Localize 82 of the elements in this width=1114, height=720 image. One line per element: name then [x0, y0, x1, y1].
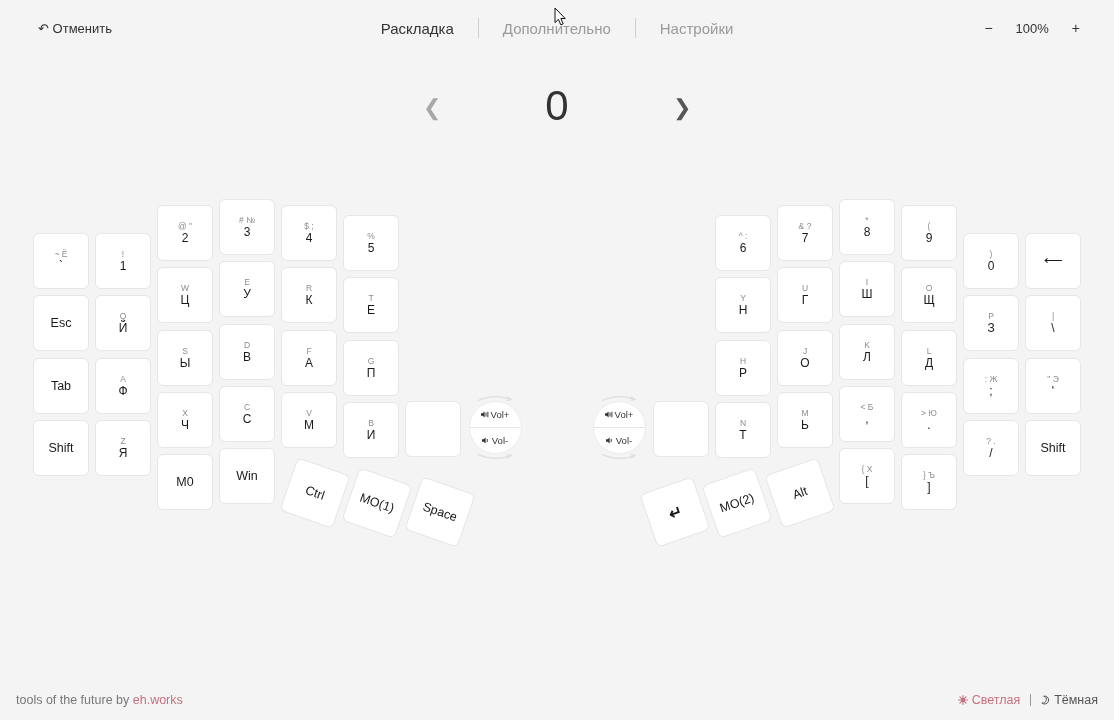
keyboard-key[interactable]: ! 1 — [95, 233, 151, 289]
keyboard-key[interactable]: | \ — [1025, 295, 1081, 352]
moon-icon — [1041, 695, 1051, 705]
keyboard-key[interactable]: Esc — [33, 295, 89, 352]
keyboard-key[interactable]: Q Й — [95, 295, 151, 352]
layer-number: 0 — [544, 82, 570, 130]
keyboard-key[interactable]: Z Я — [95, 419, 151, 476]
keyboard-key[interactable]: < Б , — [839, 385, 895, 442]
keyboard-key[interactable]: # № 3 — [219, 199, 275, 255]
keyboard-key[interactable]: D В — [219, 323, 275, 380]
keyboard-key[interactable]: ⟵ — [1025, 233, 1081, 289]
keyboard-key[interactable]: F А — [281, 329, 337, 386]
keyboard-key[interactable]: L Д — [901, 329, 957, 386]
keyboard-key[interactable]: W Ц — [157, 267, 213, 324]
zoom-level: 100% — [1015, 20, 1049, 36]
rotary-knob[interactable]: Vol+ Vol- — [468, 401, 522, 454]
keyboard-key[interactable]: O Щ — [901, 267, 957, 324]
speaker-icon — [480, 411, 489, 418]
theme-option[interactable]: Тёмная — [1041, 693, 1098, 707]
blank-key[interactable] — [653, 401, 709, 457]
keyboard-key[interactable]: Shift — [33, 419, 89, 476]
keyboard-key[interactable]: ( 9 — [901, 205, 957, 261]
keyboard-key[interactable]: H Р — [715, 339, 771, 396]
keyboard-key[interactable]: { Х [ — [839, 448, 895, 505]
rotation-arrow-icon — [477, 454, 513, 460]
keyboard-key[interactable]: T Е — [343, 277, 399, 334]
keyboard-key[interactable]: B И — [343, 401, 399, 458]
zoom-in-button[interactable]: + — [1063, 16, 1088, 40]
knob-action[interactable]: Vol- — [593, 427, 645, 453]
keyboard-key[interactable]: Y Н — [715, 277, 771, 334]
rotary-knob[interactable]: Vol+ Vol- — [592, 401, 646, 454]
keyboard-key[interactable]: Tab — [33, 357, 89, 414]
keyboard-key[interactable]: R К — [281, 267, 337, 324]
knob-action[interactable]: Vol+ — [593, 402, 645, 427]
keyboard-key[interactable]: ? . / — [963, 419, 1019, 476]
keyboard-key[interactable]: ) 0 — [963, 233, 1019, 289]
keyboard-key[interactable]: " Э ' — [1025, 357, 1081, 414]
speaker-icon — [604, 411, 613, 418]
tab[interactable]: Раскладка — [368, 15, 466, 41]
keyboard-key[interactable]: > Ю . — [901, 391, 957, 448]
sun-icon — [957, 695, 968, 705]
keyboard-key[interactable]: E У — [219, 261, 275, 318]
keyboard-key[interactable]: U Г — [777, 267, 833, 324]
keyboard-key[interactable]: K Л — [839, 323, 895, 380]
keyboard-key[interactable]: $ ; 4 — [281, 205, 337, 261]
keyboard-key[interactable]: } Ъ ] — [901, 454, 957, 511]
zoom-out-button[interactable]: − — [976, 16, 1001, 40]
keyboard-key[interactable]: % 5 — [343, 215, 399, 271]
rotation-arrow-icon — [477, 395, 513, 401]
thumb-key[interactable]: MO(2) — [701, 467, 773, 539]
keyboard-key[interactable]: * 8 — [839, 199, 895, 255]
keyboard-key[interactable]: : Ж ; — [963, 357, 1019, 414]
keyboard-key[interactable]: V М — [281, 391, 337, 448]
keyboard-key[interactable]: I Ш — [839, 261, 895, 318]
keyboard-key[interactable]: C С — [219, 385, 275, 442]
thumb-key[interactable]: MO(1) — [341, 467, 413, 539]
keyboard-key[interactable]: X Ч — [157, 391, 213, 448]
undo-button[interactable]: ↶ Отменить — [30, 16, 120, 40]
rotation-arrow-icon — [601, 454, 637, 460]
keyboard-key[interactable]: P З — [963, 295, 1019, 352]
keyboard-key[interactable]: Win — [219, 448, 275, 505]
knob-action[interactable]: Vol- — [469, 427, 521, 453]
blank-key[interactable] — [405, 401, 461, 457]
keyboard-key[interactable]: ~ Ё ` — [33, 233, 89, 289]
speaker-icon — [481, 437, 490, 444]
keyboard-key[interactable]: M0 — [157, 454, 213, 511]
keyboard-key[interactable]: ^ : 6 — [715, 215, 771, 271]
keyboard-key[interactable]: Shift — [1025, 419, 1081, 476]
keyboard-key[interactable]: J О — [777, 329, 833, 386]
keyboard-key[interactable]: @ " 2 — [157, 205, 213, 261]
keyboard-key[interactable]: A Ф — [95, 357, 151, 414]
next-layer-button[interactable]: ❯ — [662, 91, 702, 121]
mouse-pointer-icon — [554, 7, 566, 26]
keyboard-key[interactable]: N Т — [715, 401, 771, 458]
credit-text: tools of the future by eh.works — [16, 693, 183, 707]
knob-action[interactable]: Vol+ — [469, 402, 521, 427]
rotation-arrow-icon — [601, 395, 637, 401]
keyboard-key[interactable]: G П — [343, 339, 399, 396]
speaker-icon — [605, 437, 614, 444]
keyboard-key[interactable]: S Ы — [157, 329, 213, 386]
keyboard-key[interactable]: & ? 7 — [777, 205, 833, 261]
keyboard-key[interactable]: M Ь — [777, 391, 833, 448]
